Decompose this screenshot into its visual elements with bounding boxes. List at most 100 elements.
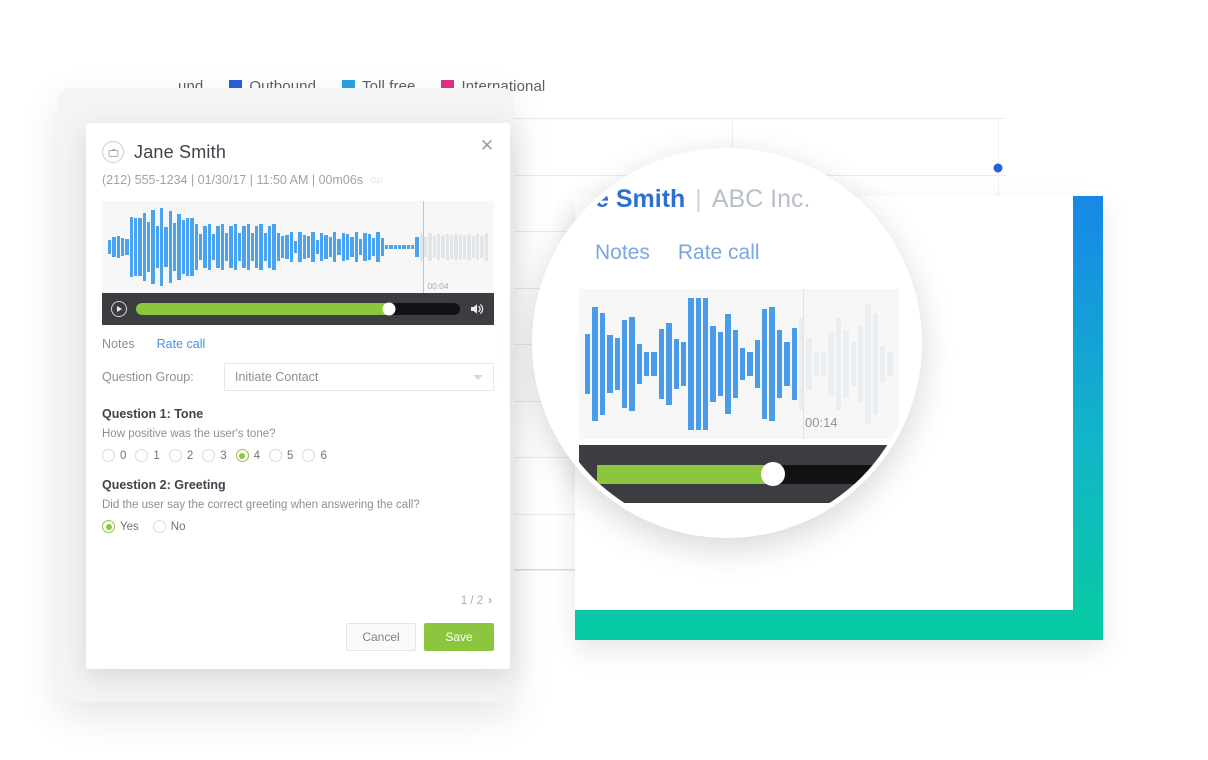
radio-button[interactable] xyxy=(168,449,182,462)
question-2-option-no[interactable]: No xyxy=(152,520,185,533)
magnified-waveform-bar xyxy=(872,313,878,415)
waveform-bar xyxy=(289,232,294,262)
waveform-bar xyxy=(272,223,276,271)
waveform-bar xyxy=(198,233,203,261)
radio-button[interactable] xyxy=(302,449,316,462)
waveform-bar xyxy=(220,224,224,270)
question-2-options: Yes No xyxy=(86,511,510,533)
magnified-waveform-bar xyxy=(887,352,893,376)
magnified-waveform-bar xyxy=(725,313,731,415)
volume-icon[interactable] xyxy=(469,301,485,317)
chevron-right-icon[interactable]: › xyxy=(488,595,492,607)
waveform-bar xyxy=(475,233,480,261)
waveform-bar xyxy=(133,217,138,277)
waveform-bar xyxy=(307,236,311,258)
waveform-bar xyxy=(389,244,393,250)
radio-label: Yes xyxy=(120,520,139,533)
radio-button[interactable] xyxy=(235,449,249,462)
question-group-select[interactable]: Initiate Contact xyxy=(224,363,494,391)
waveform-bar xyxy=(285,235,289,259)
question-1-prompt: How positive was the user's tone? xyxy=(102,428,276,440)
waveform-bar xyxy=(242,226,246,268)
waveform-bar xyxy=(337,239,341,255)
question-1-option-1[interactable]: 1 xyxy=(135,449,160,462)
magnified-waveform-bar xyxy=(666,322,672,406)
waveform-bar xyxy=(250,232,255,262)
tab-rate-call[interactable]: Rate call xyxy=(157,337,206,351)
magnified-waveform-bar xyxy=(850,342,856,386)
magnified-tabs: Notes Rate call xyxy=(595,241,760,265)
magnified-playhead xyxy=(803,289,804,439)
radio-label: 2 xyxy=(186,449,194,462)
waveform-bar xyxy=(229,225,233,269)
waveform-bar xyxy=(151,209,155,285)
waveform-bar xyxy=(458,234,462,260)
screenshot-root: undOutboundToll freeInternational 07Feb … xyxy=(0,0,1208,760)
radio-button[interactable] xyxy=(135,449,149,462)
radio-label: 3 xyxy=(220,449,227,462)
chart-data-point[interactable] xyxy=(993,163,1003,173)
question-2-option-yes[interactable]: Yes xyxy=(102,520,139,533)
waveform-bar xyxy=(108,239,112,255)
play-icon[interactable] xyxy=(111,301,127,317)
waveform-bar xyxy=(449,235,454,259)
waveform-bar xyxy=(385,244,389,250)
seek-handle[interactable] xyxy=(382,302,396,316)
waveform-bar xyxy=(454,234,458,260)
magnified-waveform-bar xyxy=(806,338,812,390)
magnified-header: e Smith | ABC Inc. xyxy=(595,185,810,214)
question-1-title: Question 1: Tone xyxy=(102,407,204,421)
magnified-waveform-bar xyxy=(791,327,797,401)
question-1-option-4[interactable]: 4 xyxy=(235,449,260,462)
question-1-option-0[interactable]: 0 xyxy=(102,449,126,462)
radio-button[interactable] xyxy=(152,520,166,533)
voicemail-icon xyxy=(370,173,383,187)
magnified-timestamp: 00:14 xyxy=(805,415,838,430)
save-button[interactable]: Save xyxy=(424,623,494,651)
waveform-bar xyxy=(255,226,259,268)
magnified-waveform-bar xyxy=(843,331,849,397)
radio-button[interactable] xyxy=(269,449,283,462)
waveform-bar xyxy=(324,234,328,260)
radio-button[interactable] xyxy=(202,449,216,462)
close-icon[interactable]: ✕ xyxy=(478,137,496,155)
waveform-bars xyxy=(108,201,488,293)
magnified-waveform-bar xyxy=(717,332,724,396)
magnified-waveform-bar xyxy=(835,317,842,411)
magnified-waveform-bar xyxy=(629,317,635,411)
radio-button[interactable] xyxy=(102,449,115,462)
radio-button[interactable] xyxy=(102,520,115,533)
magnified-waveform-bar xyxy=(880,345,886,383)
waveform-bar xyxy=(129,216,133,278)
waveform-bar xyxy=(428,233,432,261)
seek-slider[interactable] xyxy=(136,302,460,316)
question-1-option-5[interactable]: 5 xyxy=(269,449,293,462)
magnified-waveform-bar xyxy=(739,348,746,380)
audio-waveform[interactable]: 00:04 xyxy=(102,201,494,293)
waveform-bar xyxy=(146,221,151,273)
magnified-waveform-bar xyxy=(614,337,620,391)
magnified-seek-handle xyxy=(761,462,786,486)
waveform-bar xyxy=(393,244,397,250)
briefcase-icon xyxy=(102,141,124,163)
waveform-bar xyxy=(112,236,116,258)
waveform-bar xyxy=(281,235,285,259)
waveform-bar xyxy=(194,224,198,270)
waveform-bar xyxy=(168,210,172,284)
radio-label: 5 xyxy=(287,449,294,462)
waveform-bar xyxy=(263,232,268,262)
magnified-waveform-bar xyxy=(784,342,790,386)
tab-notes[interactable]: Notes xyxy=(102,337,135,351)
question-1-option-3[interactable]: 3 xyxy=(202,449,227,462)
waveform-bar xyxy=(350,237,354,257)
waveform-bar xyxy=(142,213,146,281)
cancel-button[interactable]: Cancel xyxy=(346,623,416,651)
question-1-option-2[interactable]: 2 xyxy=(168,449,194,462)
magnified-tab-rate-call: Rate call xyxy=(677,241,760,264)
waveform-bar xyxy=(177,214,181,280)
magnified-player-bar xyxy=(579,445,899,503)
question-1-option-6[interactable]: 6 xyxy=(302,449,327,462)
waveform-bar xyxy=(333,232,337,262)
waveform-timestamp: 00:04 xyxy=(427,281,449,291)
magnified-waveform-bar xyxy=(599,312,606,416)
